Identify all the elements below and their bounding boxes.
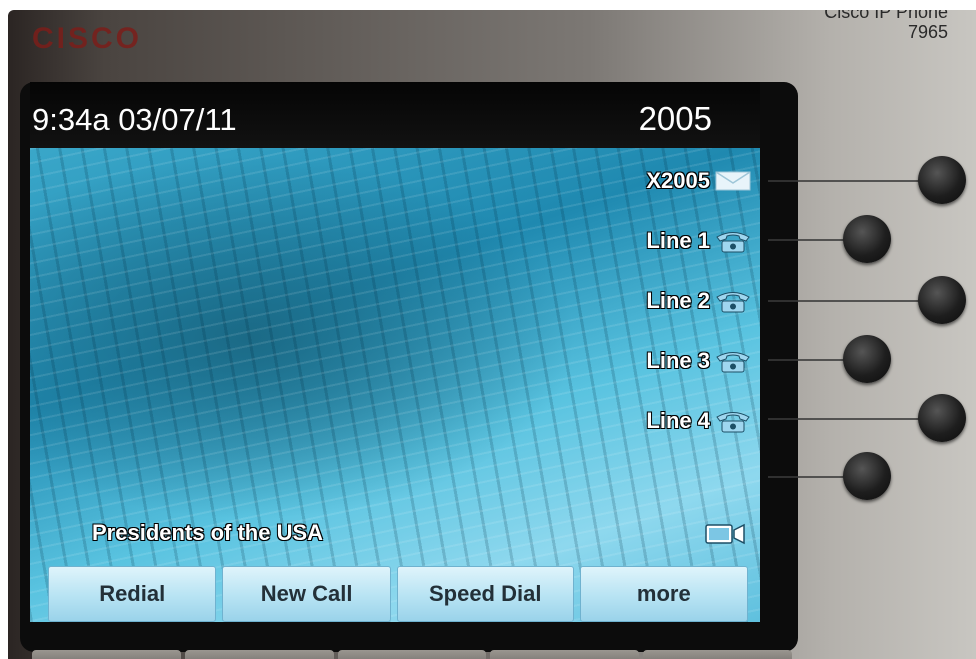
redial-softkey[interactable]: Redial [48, 566, 217, 622]
cisco-logo: CISCO [32, 22, 143, 55]
line-button-4[interactable] [843, 335, 891, 383]
softkey-bar: Redial New Call Speed Dial more [48, 566, 748, 622]
physical-softkey[interactable] [32, 650, 181, 659]
line-key-4[interactable]: Line 4 [646, 408, 752, 434]
physical-softkey[interactable] [337, 650, 487, 659]
phone-handset-icon [714, 348, 752, 374]
phone-screen: 9:34a 03/07/11 2005 X2005 Line 1 Line 2 … [30, 82, 760, 622]
line-key-1[interactable]: Line 1 [646, 228, 752, 254]
more-softkey[interactable]: more [579, 566, 748, 622]
header-bar: 9:34a 03/07/11 2005 [30, 82, 760, 148]
line-label: X2005 [646, 168, 710, 193]
line-label: Line 3 [646, 348, 710, 373]
line-button-3[interactable] [918, 276, 966, 324]
physical-softkey[interactable] [490, 650, 640, 659]
line-button-5[interactable] [918, 394, 966, 442]
physical-softkey[interactable] [184, 650, 334, 659]
physical-softkey-row [32, 650, 792, 659]
video-camera-icon [704, 522, 746, 546]
phone-handset-icon [714, 408, 752, 434]
speed-dial-softkey[interactable]: Speed Dial [396, 566, 574, 622]
model-label: Cisco IP Phone 7965 [824, 10, 948, 42]
model-number: 7965 [907, 22, 948, 42]
line-key-2[interactable]: Line 2 [646, 288, 752, 314]
line-button-6[interactable] [843, 452, 891, 500]
clock-date: 9:34a 03/07/11 [32, 102, 237, 137]
line-key-3[interactable]: Line 3 [646, 348, 752, 374]
phone-number: 2005 [638, 100, 712, 137]
envelope-icon [714, 168, 752, 194]
wallpaper [30, 148, 760, 622]
line-button-2[interactable] [843, 215, 891, 263]
line-label: Line 1 [646, 228, 710, 253]
phone-handset-icon [714, 288, 752, 314]
physical-softkey[interactable] [643, 650, 792, 659]
presence-status-text: Presidents of the USA [92, 520, 324, 545]
line-button-1[interactable] [918, 156, 966, 204]
model-name: Cisco IP Phone [824, 10, 948, 22]
phone-handset-icon [714, 228, 752, 254]
line-label: Line 4 [646, 408, 710, 433]
line-key-x2005[interactable]: X2005 [646, 168, 752, 194]
new-call-softkey[interactable]: New Call [222, 566, 391, 622]
line-label: Line 2 [646, 288, 710, 313]
